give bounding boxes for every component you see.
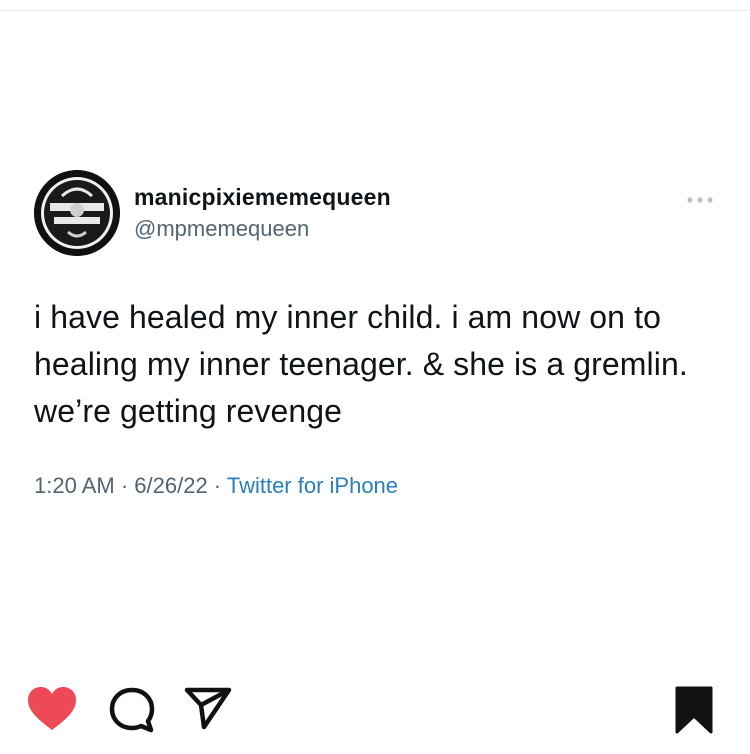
tweet-time[interactable]: 1:20 AM — [34, 473, 115, 498]
post-action-bar — [0, 686, 750, 738]
comment-icon[interactable] — [108, 686, 156, 734]
ellipsis-icon[interactable] — [686, 192, 714, 203]
tweet-header: manicpixiememequeen @mpmemequeen — [34, 170, 724, 256]
avatar[interactable] — [34, 170, 120, 256]
user-handle[interactable]: @mpmemequeen — [134, 216, 309, 242]
bookmark-icon[interactable] — [674, 686, 714, 734]
tweet-meta: 1:20 AM · 6/26/22 · Twitter for iPhone — [34, 473, 724, 499]
send-icon[interactable] — [184, 686, 232, 730]
meta-separator: · — [114, 473, 135, 498]
top-divider — [0, 10, 750, 11]
display-name[interactable]: manicpixiememequeen — [134, 184, 391, 211]
heart-icon[interactable] — [26, 686, 78, 732]
tweet-card: manicpixiememequeen @mpmemequeen i have … — [34, 170, 724, 499]
tweet-text: i have healed my inner child. i am now o… — [34, 299, 688, 429]
tweet-date[interactable]: 6/26/22 — [134, 473, 207, 498]
meta-separator: · — [207, 473, 227, 498]
tweet-source[interactable]: Twitter for iPhone — [227, 473, 398, 498]
